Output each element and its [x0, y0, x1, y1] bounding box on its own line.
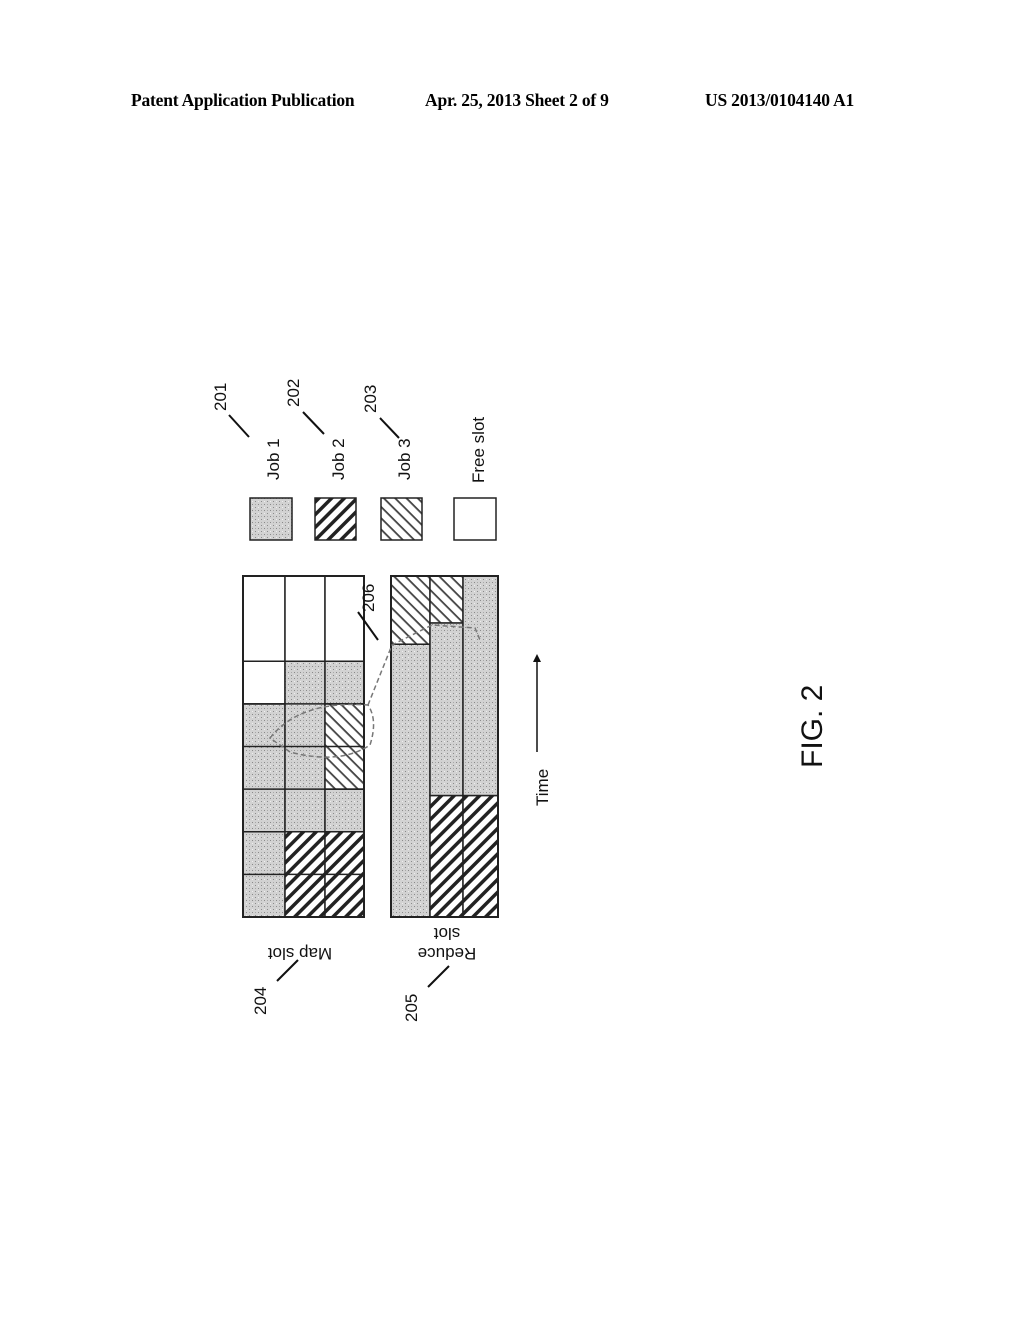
legend: Job 1 Job 2 Job 3 Free slot 201 202 203: [211, 379, 497, 541]
legend-label-job1: Job 1: [264, 438, 283, 480]
map-slot-label: Map slot: [268, 944, 333, 963]
map-slot-row1-segment-job1: [242, 703, 286, 918]
map-slot-grid: [242, 575, 365, 918]
leader-205: [427, 965, 450, 988]
reduce-slot-row1-segment-job3: [390, 575, 431, 645]
ref-203: 203: [361, 385, 380, 413]
ref-202: 202: [284, 379, 303, 407]
map-slot-row1-segment-free: [242, 575, 286, 705]
time-axis-label: Time: [533, 769, 552, 806]
leader-202: [302, 411, 325, 435]
time-arrow-head-icon: [533, 654, 541, 662]
ref-201: 201: [211, 383, 230, 411]
legend-label-free: Free slot: [469, 417, 488, 483]
reduce-slot-row2-segment-job2: [429, 794, 464, 918]
legend-swatch-job2: [314, 497, 357, 541]
reduce-slot-row3-segment-job1: [462, 575, 499, 797]
reduce-slot-label-line2: slot: [434, 924, 461, 943]
ref-205: 205: [402, 994, 421, 1022]
map-slot-row2-segment-free: [284, 575, 326, 662]
figure-2: Job 1 Job 2 Job 3 Free slot 201 202 203 …: [211, 379, 829, 1022]
leader-201: [228, 414, 250, 438]
legend-label-job3: Job 3: [395, 438, 414, 480]
reduce-slot-row2-segment-job3: [429, 575, 464, 624]
reduce-slot-row3-segment-job2: [462, 794, 499, 918]
reduce-slot-row2-segment-job1: [429, 622, 464, 797]
ref-206: 206: [359, 584, 378, 612]
figure-label: FIG. 2: [796, 685, 829, 768]
reduce-slot-grid: [390, 575, 499, 918]
reduce-slot-label-line1: Reduce: [418, 944, 477, 963]
legend-label-job2: Job 2: [329, 438, 348, 480]
ref-204: 204: [251, 987, 270, 1015]
leader-203: [379, 417, 400, 439]
map-slot-row3-segment-job1: [324, 788, 365, 833]
legend-swatch-job1: [249, 497, 293, 541]
legend-swatch-job3: [380, 497, 423, 541]
reduce-slot-row1-segment-job1: [390, 643, 431, 918]
map-slot-row3-segment-job1: [324, 660, 365, 705]
legend-swatch-free: [453, 497, 497, 541]
